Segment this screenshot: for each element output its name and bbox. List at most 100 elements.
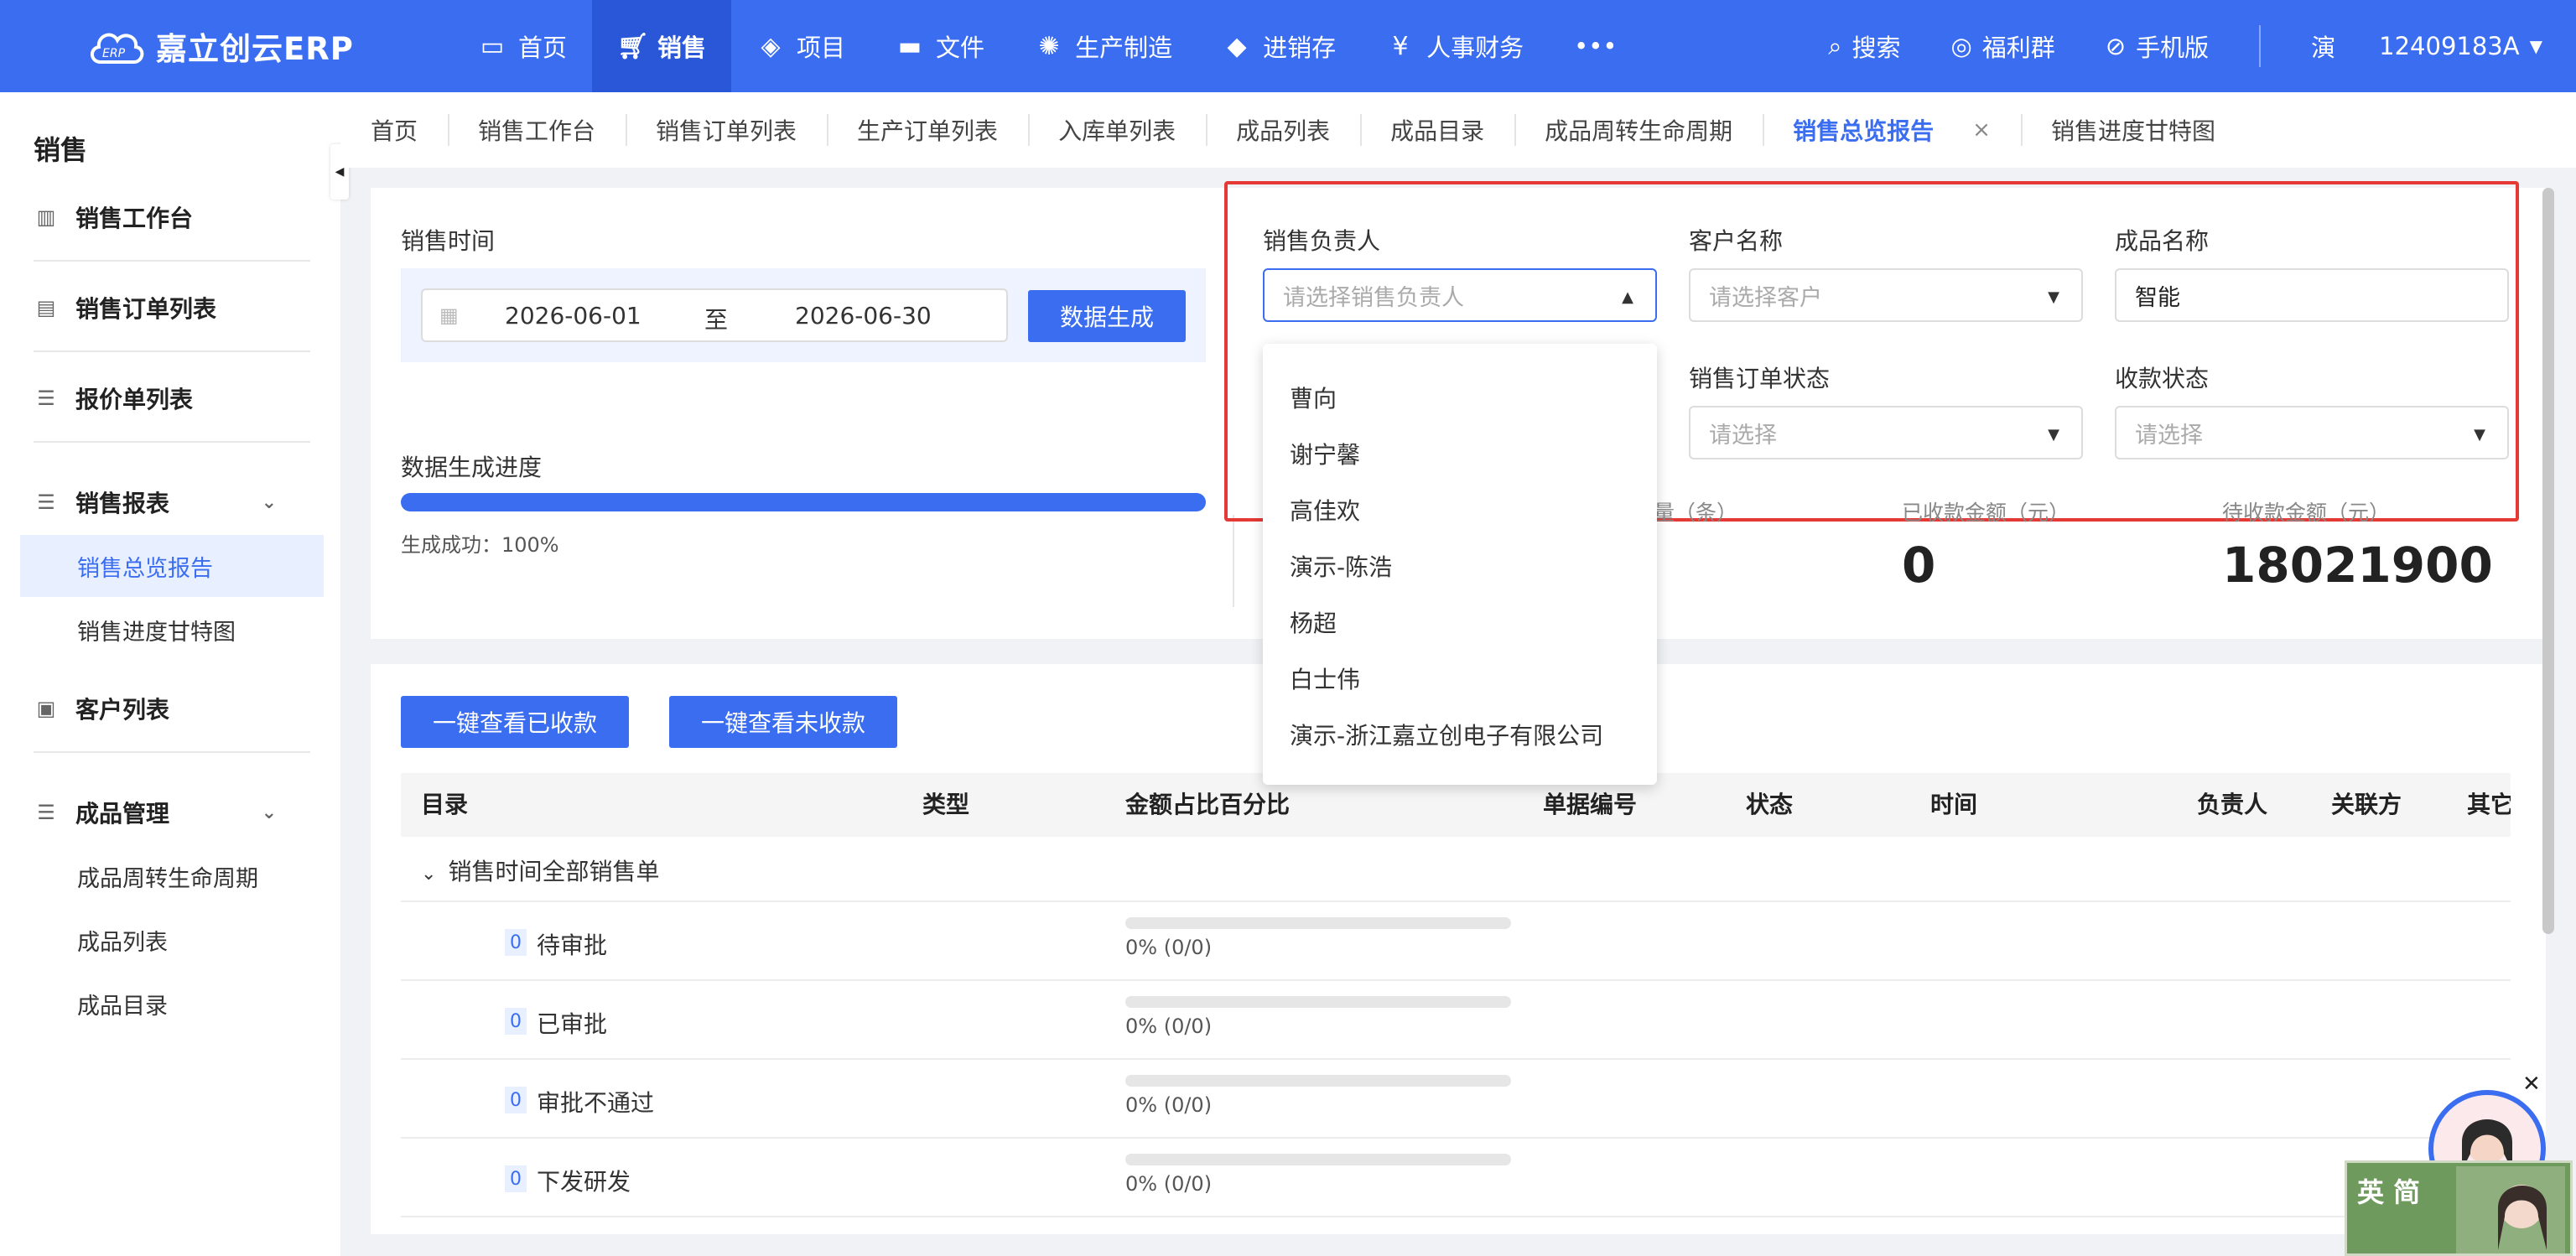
generate-data-button[interactable]: 数据生成 [1028,290,1186,342]
chevron-down-icon: ▼ [2529,36,2542,56]
sidebar-item-product-mgmt[interactable]: ☰ 成品管理 ⌄ [34,783,310,842]
count-label: 量（条） [1654,501,1738,525]
tab-product-lifecycle[interactable]: 成品周转生命周期 [1514,92,1763,168]
date-range-picker[interactable]: ▦ 2026-06-01 至 2026-06-30 [421,288,1008,342]
column-header: 目录 [421,791,469,818]
chevron-down-icon: ⌄ [421,864,437,885]
close-icon[interactable]: ✕ [2522,1072,2541,1097]
scrollbar[interactable] [2542,188,2554,934]
nav-files[interactable]: ▬ 文件 [870,0,1010,92]
row-divider [401,900,2511,902]
owner-dropdown: 曹向 谢宁馨 高佳欢 演示-陈浩 杨超 白士伟 演示-浙江嘉立创电子有限公司 [1263,344,1657,785]
chevron-down-icon: ⌄ [261,491,277,513]
compass-icon: ⊘ [2105,32,2127,60]
date-start[interactable]: 2026-06-01 [505,302,641,330]
row-divider [401,1137,2511,1139]
ime-skin-image [2456,1166,2565,1253]
percent-bar [1125,1154,1511,1165]
sidebar-item-sales-workbench[interactable]: ▥ 销售工作台 [34,188,310,247]
chart-icon: ▥ [36,205,56,229]
close-icon[interactable]: × [1972,117,1991,143]
row-divider [401,1216,2511,1217]
tab-inbound-orders[interactable]: 入库单列表 [1028,92,1206,168]
more-icon: ••• [1574,32,1618,60]
nav-hr-finance[interactable]: ¥ 人事财务 [1361,0,1549,92]
main-nav: ▭ 首页 🛒︎ 销售 ◈ 项目 ▬ 文件 ✺ 生产制造 ◆ 进销存 ¥ 人事财务 ••• [453,0,1642,92]
column-header: 时间 [1930,791,1978,818]
divider [1233,515,1234,607]
nav-home[interactable]: ▭ 首页 [453,0,592,92]
search-icon: ⌕ [1828,31,1842,60]
app-title: 嘉立创云ERP [156,31,354,67]
document-icon: ▤ [36,296,56,319]
divider [34,441,310,443]
date-end[interactable]: 2026-06-30 [795,302,932,330]
top-navbar: ERP 嘉立创云ERP ▭ 首页 🛒︎ 销售 ◈ 项目 ▬ 文件 ✺ 生产制造 ◆ 进销存 … [0,0,2576,92]
nav-inventory[interactable]: ◆ 进销存 [1197,0,1361,92]
received-amount-value: 0 [1902,537,1936,594]
sidebar-title: 销售 [34,134,88,166]
received-amount-label: 已收款金额（元） [1902,501,2070,525]
user-initial: 演 [2311,34,2336,62]
folder-icon: ▬ [897,31,922,61]
app-logo[interactable]: ERP 嘉立创云ERP [87,22,354,70]
welfare-group-button[interactable]: ◎ 福利群 [1950,29,2054,64]
dropdown-option[interactable]: 演示-陈浩 [1290,549,1392,583]
sidebar-item-sales-reports[interactable]: ☰ 销售报表 ⌄ [34,473,310,532]
divider [34,260,310,262]
top-right-tools: ⌕ 搜索 ◎ 福利群 ⊘ 手机版 演 12409183A ▼ [1828,0,2542,92]
tab-sales-orders[interactable]: 销售订单列表 [626,92,827,168]
column-header: 单据编号 [1543,791,1638,818]
contacts-icon: ▣ [36,697,56,720]
table-group-row[interactable]: ⌄ 销售时间全部销售单 [421,854,659,887]
cart-icon: 🛒︎ [617,31,650,61]
sidebar-sub-sales-gantt[interactable]: 销售进度甘特图 [20,599,324,661]
progress-bar [401,493,1206,511]
mobile-button[interactable]: ⊘ 手机版 [2106,29,2209,64]
sidebar-item-customers[interactable]: ▣ 客户列表 [34,679,310,738]
nav-project[interactable]: ◈ 项目 [731,0,870,92]
tab-sales-gantt[interactable]: 销售进度甘特图 [2020,92,2246,168]
box-icon: ◆ [1227,31,1247,61]
view-unreceived-button[interactable]: 一键查看未收款 [669,696,897,748]
table-row-label: 下发研发 [537,1168,631,1196]
sidebar-sub-sales-overview[interactable]: 销售总览报告 [20,535,324,597]
column-header: 关联方 [2331,791,2402,818]
tab-bar: 首页 销售工作台 销售订单列表 生产订单列表 入库单列表 成品列表 成品目录 成… [340,92,2576,168]
tab-sales-workbench[interactable]: 销售工作台 [448,92,626,168]
dropdown-option[interactable]: 曹向 [1290,381,1337,414]
ime-toolbar[interactable]: 英 简 [2345,1160,2573,1256]
dropdown-option[interactable]: 白士伟 [1290,662,1360,695]
user-id: 12409183A [2379,32,2520,60]
pending-amount-label: 待收款金额（元） [2222,501,2391,525]
user-menu[interactable]: 演 12409183A ▼ [2311,29,2542,64]
column-header: 负责人 [2197,791,2268,818]
sidebar-sub-product-list[interactable]: 成品列表 [20,909,324,971]
sidebar-sub-product-catalog[interactable]: 成品目录 [20,973,324,1035]
table-row-label: 待审批 [537,932,608,959]
chevron-down-icon: ⌄ [261,802,277,823]
percent-text: 0% (0/0) [1125,1015,1213,1038]
search-button[interactable]: ⌕ 搜索 [1828,29,1900,64]
chat-icon: ◎ [1950,32,1972,60]
nav-more[interactable]: ••• [1549,0,1642,92]
tab-home[interactable]: 首页 [340,92,448,168]
nav-manufacturing[interactable]: ✺ 生产制造 [1010,0,1197,92]
tab-sales-overview[interactable]: 销售总览报告 × [1763,92,2021,168]
sidebar-item-quotations[interactable]: ☰ 报价单列表 [34,369,310,428]
dropdown-option[interactable]: 演示-浙江嘉立创电子有限公司 [1290,718,1603,751]
tab-product-list[interactable]: 成品列表 [1206,92,1360,168]
cloud-logo-icon: ERP [87,22,146,70]
tab-product-catalog[interactable]: 成品目录 [1360,92,1514,168]
divider [34,350,310,352]
dropdown-option[interactable]: 高佳欢 [1290,493,1360,527]
tab-production-orders[interactable]: 生产订单列表 [827,92,1028,168]
dropdown-option[interactable]: 谢宁馨 [1290,437,1360,470]
dropdown-option[interactable]: 杨超 [1290,605,1337,639]
nav-sales[interactable]: 🛒︎ 销售 [592,0,732,92]
view-received-button[interactable]: 一键查看已收款 [401,696,629,748]
pending-amount-value: 18021900 [2222,537,2493,594]
svg-text:ERP: ERP [102,47,126,60]
sidebar-item-sales-orders[interactable]: ▤ 销售订单列表 [34,278,310,337]
sidebar-sub-product-lifecycle[interactable]: 成品周转生命周期 [20,845,324,907]
